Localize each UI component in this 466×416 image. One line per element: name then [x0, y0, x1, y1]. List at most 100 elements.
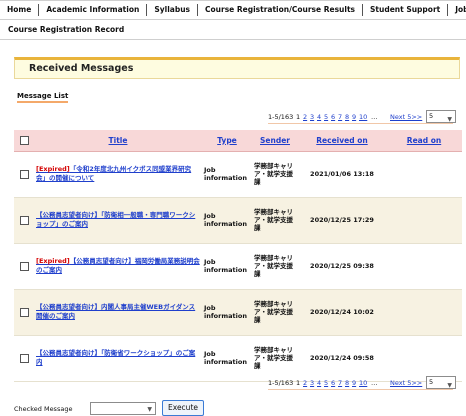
pager-summary: 1-5/163: [268, 113, 294, 121]
nav-home[interactable]: Home: [0, 4, 40, 16]
message-received-on: 2020/12/25 09:38: [298, 243, 386, 290]
row-checkbox[interactable]: [19, 353, 29, 363]
row-checkbox[interactable]: [19, 307, 29, 317]
table-row: 【公務員志望者向け】内閣人事局主催WEBガイダンス開催のご案内 Job info…: [14, 289, 462, 336]
page-link-10[interactable]: 10: [359, 379, 367, 387]
message-title-cell: [Expired]【公務員志望者向け】福岡労働局業務説明会のご案内: [34, 243, 202, 290]
page-link-8[interactable]: 8: [345, 113, 349, 121]
nav-course-registration-results[interactable]: Course Registration/Course Results: [198, 4, 363, 16]
column-received-on[interactable]: Received on: [298, 130, 386, 152]
page-link-3[interactable]: 3: [310, 113, 314, 121]
message-type: Job information: [202, 335, 252, 382]
table-row: 【公務員志望者向け】「防衛相一般職・専門職ワークショップ」のご案内 Job in…: [14, 197, 462, 244]
message-title-cell: 【公務員志望者向け】「防衛相一般職・専門職ワークショップ」のご案内: [34, 197, 202, 244]
top-navigation: Home Academic Information Syllabus Cours…: [0, 0, 466, 20]
message-title-link[interactable]: 【公務員志望者向け】「防衛省ワークショップ」のご案内: [36, 349, 195, 366]
page-link-8[interactable]: 8: [345, 379, 349, 387]
row-checkbox-cell: [14, 151, 34, 198]
message-received-on: 2020/12/24 10:02: [298, 289, 386, 336]
message-sender: 学務部キャリア・就学支援課: [252, 243, 298, 290]
page-link-1: 1: [296, 379, 301, 387]
table-row: [Expired]【公務員志望者向け】福岡労働局業務説明会のご案内 Job in…: [14, 243, 462, 290]
page-link-7[interactable]: 7: [338, 113, 342, 121]
message-sender: 学務部キャリア・就学支援課: [252, 335, 298, 382]
chevron-down-icon: ▼: [147, 406, 152, 413]
page-link-4[interactable]: 4: [317, 379, 321, 387]
message-sender: 学務部キャリア・就学支援課: [252, 151, 298, 198]
pager-ellipsis: …: [371, 379, 378, 387]
page-link-3[interactable]: 3: [310, 379, 314, 387]
page-size-select[interactable]: 5 ▼: [426, 110, 456, 123]
nav-syllabus[interactable]: Syllabus: [147, 4, 198, 16]
page-size-select[interactable]: 5 ▼: [426, 376, 456, 389]
message-received-on: 2021/01/06 13:18: [298, 151, 386, 198]
action-select[interactable]: ▼: [90, 402, 156, 415]
select-all-header: [14, 130, 34, 152]
page-link-7[interactable]: 7: [338, 379, 342, 387]
page-link-5[interactable]: 5: [324, 113, 328, 121]
select-all-checkbox[interactable]: [19, 136, 29, 145]
page-link-5[interactable]: 5: [324, 379, 328, 387]
page-link-6[interactable]: 6: [331, 379, 335, 387]
message-title-link[interactable]: 【公務員志望者向け】内閣人事局主催WEBガイダンス開催のご案内: [36, 303, 195, 320]
row-checkbox-cell: [14, 197, 34, 244]
page-link-1: 1: [296, 113, 301, 121]
nav-job-support[interactable]: Job S: [448, 4, 466, 16]
page-title-banner: Received Messages: [14, 57, 460, 79]
column-sender[interactable]: Sender: [252, 130, 298, 152]
next-pages-link[interactable]: Next 5>>: [390, 379, 422, 387]
table-row: [Expired]「令和2年度北九州イクボス同盟業界研究会」の開催について Jo…: [14, 151, 462, 198]
column-read-on[interactable]: Read on: [386, 130, 462, 152]
message-title-cell: [Expired]「令和2年度北九州イクボス同盟業界研究会」の開催について: [34, 151, 202, 198]
page-link-2[interactable]: 2: [303, 379, 307, 387]
message-read-on: [386, 289, 462, 336]
message-title-cell: 【公務員志望者向け】内閣人事局主催WEBガイダンス開催のご案内: [34, 289, 202, 336]
row-checkbox[interactable]: [19, 261, 29, 271]
message-sender: 学務部キャリア・就学支援課: [252, 197, 298, 244]
page-link-9[interactable]: 9: [352, 379, 356, 387]
message-type: Job information: [202, 197, 252, 244]
pager-underline: [268, 123, 453, 124]
nav-student-support[interactable]: Student Support: [363, 4, 449, 16]
message-title-link[interactable]: 【公務員志望者向け】「防衛相一般職・専門職ワークショップ」のご案内: [36, 211, 195, 228]
table-header-row: Title Type Sender Received on Read on: [14, 130, 462, 152]
checked-message-label: Checked Message: [14, 405, 73, 413]
next-pages-link[interactable]: Next 5>>: [390, 113, 422, 121]
row-checkbox-cell: [14, 335, 34, 382]
page-link-9[interactable]: 9: [352, 113, 356, 121]
message-received-on: 2020/12/25 17:29: [298, 197, 386, 244]
message-sender: 学務部キャリア・就学支援課: [252, 289, 298, 336]
page-link-10[interactable]: 10: [359, 113, 367, 121]
nav-academic-information[interactable]: Academic Information: [39, 4, 148, 16]
message-read-on: [386, 243, 462, 290]
message-title-link[interactable]: [Expired]【公務員志望者向け】福岡労働局業務説明会のご案内: [36, 257, 200, 274]
pager-summary: 1-5/163: [268, 379, 294, 387]
message-read-on: [386, 335, 462, 382]
message-type: Job information: [202, 151, 252, 198]
message-title-text: 【公務員志望者向け】「防衛相一般職・専門職ワークショップ」のご案内: [36, 211, 196, 228]
row-checkbox-cell: [14, 243, 34, 290]
row-checkbox[interactable]: [19, 169, 29, 179]
bulk-action-bar: Checked Message ▼ Execute: [14, 400, 224, 416]
page-link-6[interactable]: 6: [331, 113, 335, 121]
pager-underline: [268, 389, 453, 390]
execute-button[interactable]: Execute: [162, 400, 204, 416]
message-title-text: 【公務員志望者向け】「防衛省ワークショップ」のご案内: [36, 349, 196, 366]
column-title[interactable]: Title: [34, 130, 202, 152]
pager-top: 1-5/163 1 2 3 4 5 6 7 8 9 10… Next 5>> 5 ▼: [0, 110, 466, 124]
page-link-4[interactable]: 4: [317, 113, 321, 121]
column-type[interactable]: Type: [202, 130, 252, 152]
message-title-link[interactable]: [Expired]「令和2年度北九州イクボス同盟業界研究会」の開催について: [36, 165, 191, 182]
message-table: Title Type Sender Received on Read on [E…: [14, 130, 462, 382]
message-read-on: [386, 151, 462, 198]
course-registration-record-link[interactable]: Course Registration Record: [0, 25, 124, 34]
page-size-value: 5: [429, 112, 434, 120]
message-type: Job information: [202, 289, 252, 336]
sub-navigation: Course Registration Record: [0, 20, 466, 40]
message-title-cell: 【公務員志望者向け】「防衛省ワークショップ」のご案内: [34, 335, 202, 382]
message-title-text: 【公務員志望者向け】内閣人事局主催WEBガイダンス開催のご案内: [36, 303, 196, 320]
row-checkbox[interactable]: [19, 215, 29, 225]
page-size-value: 5: [429, 378, 434, 386]
row-checkbox-cell: [14, 289, 34, 336]
page-link-2[interactable]: 2: [303, 113, 307, 121]
